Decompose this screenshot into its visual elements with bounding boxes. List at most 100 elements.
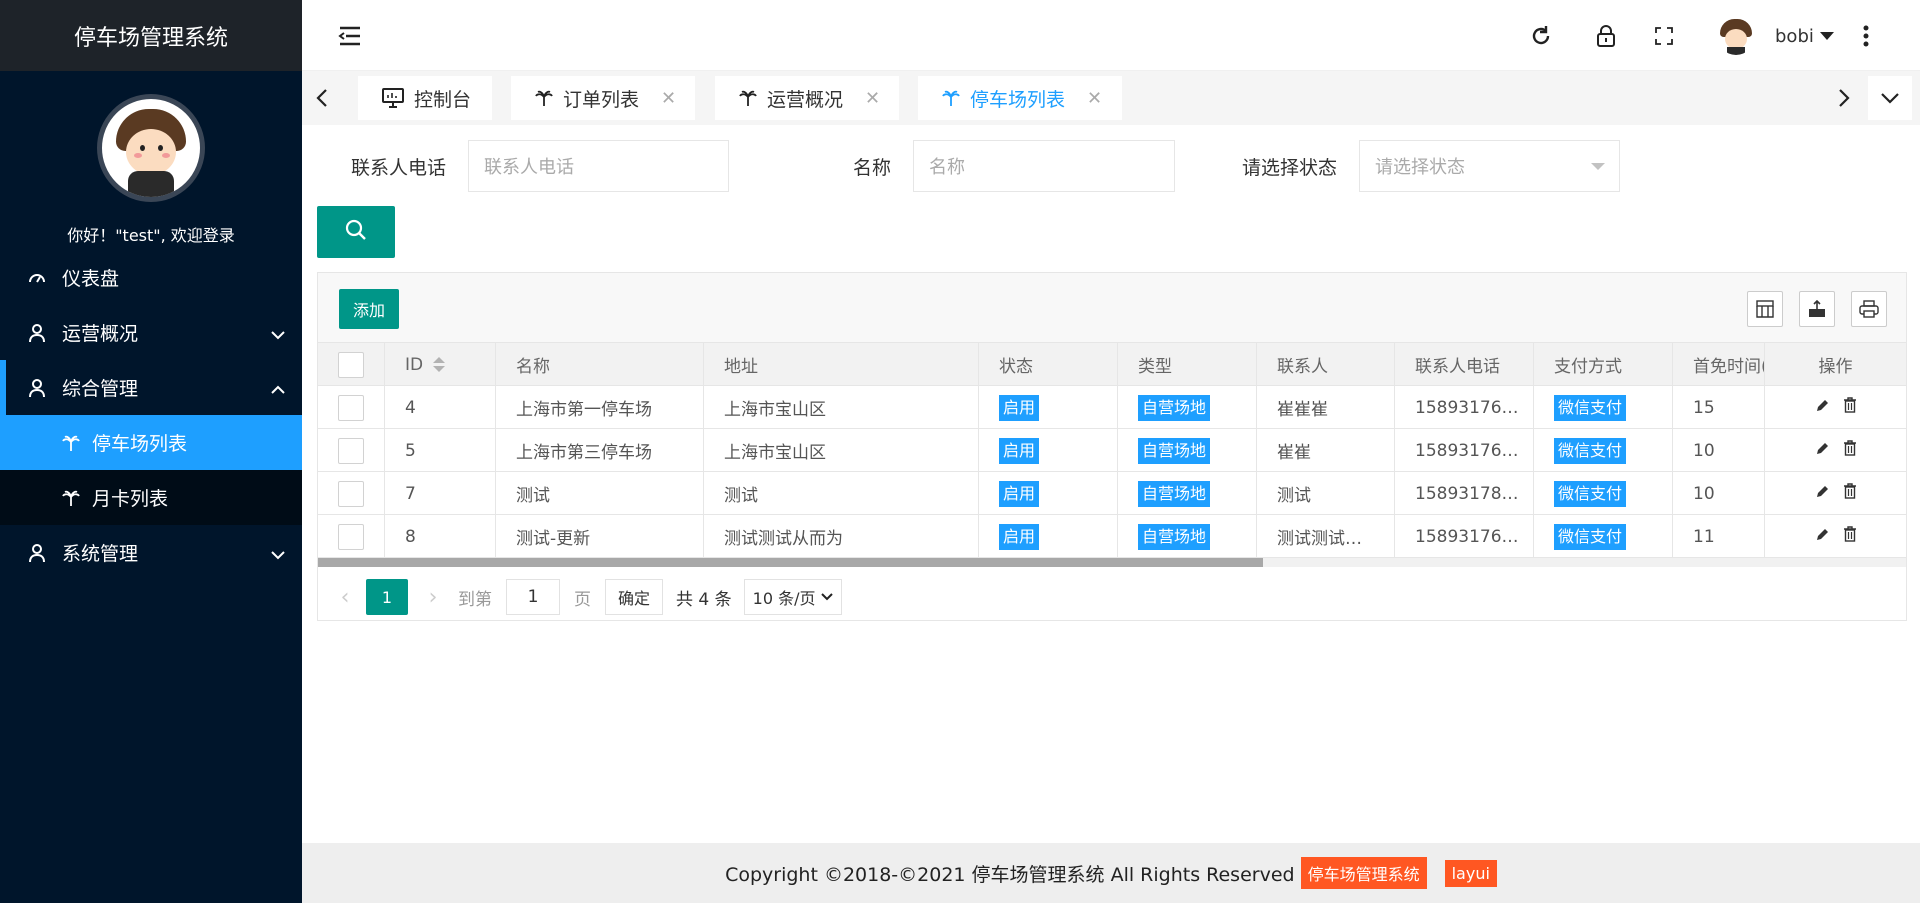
user-icon [26, 542, 48, 564]
pay-badge: 微信支付 [1554, 523, 1627, 550]
tabs-next-icon[interactable] [1824, 71, 1864, 125]
print-icon[interactable] [1851, 291, 1887, 327]
menu-collapse-icon[interactable] [336, 22, 364, 50]
cell-phone: 15893178… [1395, 472, 1534, 515]
status-badge: 启用 [999, 394, 1040, 421]
row-checkbox[interactable] [338, 394, 364, 421]
phone-input[interactable]: 联系人电话 [468, 140, 729, 192]
tab-label: 控制台 [414, 88, 472, 111]
delete-icon[interactable] [1843, 483, 1857, 504]
tabs-prev-icon[interactable] [302, 71, 342, 125]
cell-contact: 测试 [1257, 472, 1395, 515]
col-header-name: 名称 [496, 343, 704, 386]
col-header-id[interactable]: ID [385, 343, 496, 386]
status-badge: 启用 [999, 523, 1040, 550]
cell-name: 上海市第一停车场 [496, 386, 704, 429]
delete-icon[interactable] [1843, 440, 1857, 461]
sidebar-item-label: 系统管理 [62, 543, 139, 565]
cell-address: 上海市宝山区 [704, 386, 979, 429]
refresh-icon[interactable] [1527, 22, 1555, 50]
col-header-type: 类型 [1118, 343, 1257, 386]
chevron-down-icon [270, 323, 286, 345]
col-header-pay: 支付方式 [1534, 343, 1673, 386]
cell-contact: 崔崔 [1257, 429, 1395, 472]
cell-name: 上海市第三停车场 [496, 429, 704, 472]
sidebar-item-label: 停车场列表 [92, 433, 188, 455]
confirm-button[interactable]: 确定 [605, 579, 664, 615]
columns-icon[interactable] [1747, 291, 1783, 327]
horizontal-scrollbar[interactable] [318, 558, 1906, 567]
close-icon[interactable]: ✕ [1087, 88, 1102, 109]
status-select[interactable]: 请选择状态 [1359, 140, 1620, 192]
goto-input[interactable]: 1 [506, 579, 560, 615]
prev-page-icon[interactable]: ‹ [330, 585, 360, 610]
sidebar-item-parking-list[interactable]: 停车场列表 [0, 415, 302, 470]
tab-console[interactable]: 控制台 [358, 76, 492, 120]
tab-operations[interactable]: 运营概况 ✕ [715, 76, 899, 120]
cell-address: 测试测试从而为 [704, 515, 979, 558]
sidebar-item-monthly-card[interactable]: 月卡列表 [0, 470, 302, 525]
caret-down-icon [1819, 32, 1834, 40]
lock-icon[interactable] [1592, 22, 1620, 50]
name-input[interactable]: 名称 [913, 140, 1175, 192]
app-logo-title[interactable]: 停车场管理系统 [0, 0, 302, 71]
delete-icon[interactable] [1843, 397, 1857, 418]
row-checkbox[interactable] [338, 523, 364, 550]
type-badge: 自营场地 [1138, 480, 1211, 507]
sidebar-menu: 仪表盘 运营概况 综合管理 停车场列表 月卡列表 系统管理 [0, 250, 302, 580]
tab-orders[interactable]: 订单列表 ✕ [511, 76, 695, 120]
cell-name: 测试 [496, 472, 704, 515]
tab-label: 订单列表 [563, 88, 640, 111]
submenu: 停车场列表 月卡列表 [0, 415, 302, 525]
fullscreen-icon[interactable] [1650, 22, 1678, 50]
cell-free-time: 10 [1673, 472, 1765, 515]
tab-label: 运营概况 [767, 88, 844, 111]
more-vertical-icon[interactable] [1852, 22, 1880, 50]
pay-badge: 微信支付 [1554, 480, 1627, 507]
sidebar-item-dashboard[interactable]: 仪表盘 [0, 250, 302, 305]
cell-address: 测试 [704, 472, 979, 515]
search-button[interactable] [317, 206, 395, 258]
cell-id: 7 [385, 472, 496, 515]
footer-badge-app[interactable]: 停车场管理系统 [1300, 857, 1427, 889]
edit-icon[interactable] [1815, 398, 1829, 418]
sidebar-item-operations[interactable]: 运营概况 [0, 305, 302, 360]
palm-icon [62, 487, 80, 509]
close-icon[interactable]: ✕ [865, 88, 880, 109]
tab-parking-list[interactable]: 停车场列表 ✕ [918, 76, 1122, 120]
footer-badge-layui[interactable]: layui [1444, 859, 1497, 887]
sidebar-item-system[interactable]: 系统管理 [0, 525, 302, 580]
page-size-select[interactable]: 10 条/页 [743, 579, 843, 615]
username: bobi [1775, 25, 1814, 47]
edit-icon[interactable] [1815, 441, 1829, 461]
tabs-dropdown-icon[interactable] [1868, 76, 1912, 120]
sidebar-item-label: 月卡列表 [92, 488, 169, 510]
page-current[interactable]: 1 [366, 579, 408, 615]
next-page-icon[interactable]: › [418, 585, 448, 610]
chevron-up-icon [270, 378, 286, 400]
cell-free-time: 10 [1673, 429, 1765, 472]
user-box: 你好！"test", 欢迎登录 [0, 71, 302, 250]
row-checkbox[interactable] [338, 437, 364, 464]
add-button[interactable]: 添加 [339, 289, 399, 329]
col-header-label: ID [405, 354, 424, 375]
scrollbar-thumb[interactable] [318, 558, 1263, 567]
sidebar-item-management[interactable]: 综合管理 [0, 360, 302, 415]
delete-icon[interactable] [1843, 526, 1857, 547]
cell-phone: 15893176… [1395, 429, 1534, 472]
row-checkbox[interactable] [338, 480, 364, 507]
sort-icon[interactable] [433, 357, 446, 372]
export-icon[interactable] [1799, 291, 1835, 327]
select-all-checkbox[interactable] [338, 351, 364, 378]
avatar [97, 94, 205, 202]
sidebar-item-label: 仪表盘 [62, 268, 120, 290]
table-row: 4 上海市第一停车场 上海市宝山区 启用 自营场地 崔崔崔 15893176… … [318, 386, 1906, 429]
edit-icon[interactable] [1815, 484, 1829, 504]
edit-icon[interactable] [1815, 527, 1829, 547]
close-icon[interactable]: ✕ [661, 88, 676, 109]
footer: Copyright ©2018-©2021 停车场管理系统 All Rights… [302, 843, 1920, 903]
user-menu[interactable]: bobi [1717, 17, 1834, 55]
pay-badge: 微信支付 [1554, 437, 1627, 464]
type-badge: 自营场地 [1138, 523, 1211, 550]
page-size-value: 10 条/页 [752, 589, 816, 608]
